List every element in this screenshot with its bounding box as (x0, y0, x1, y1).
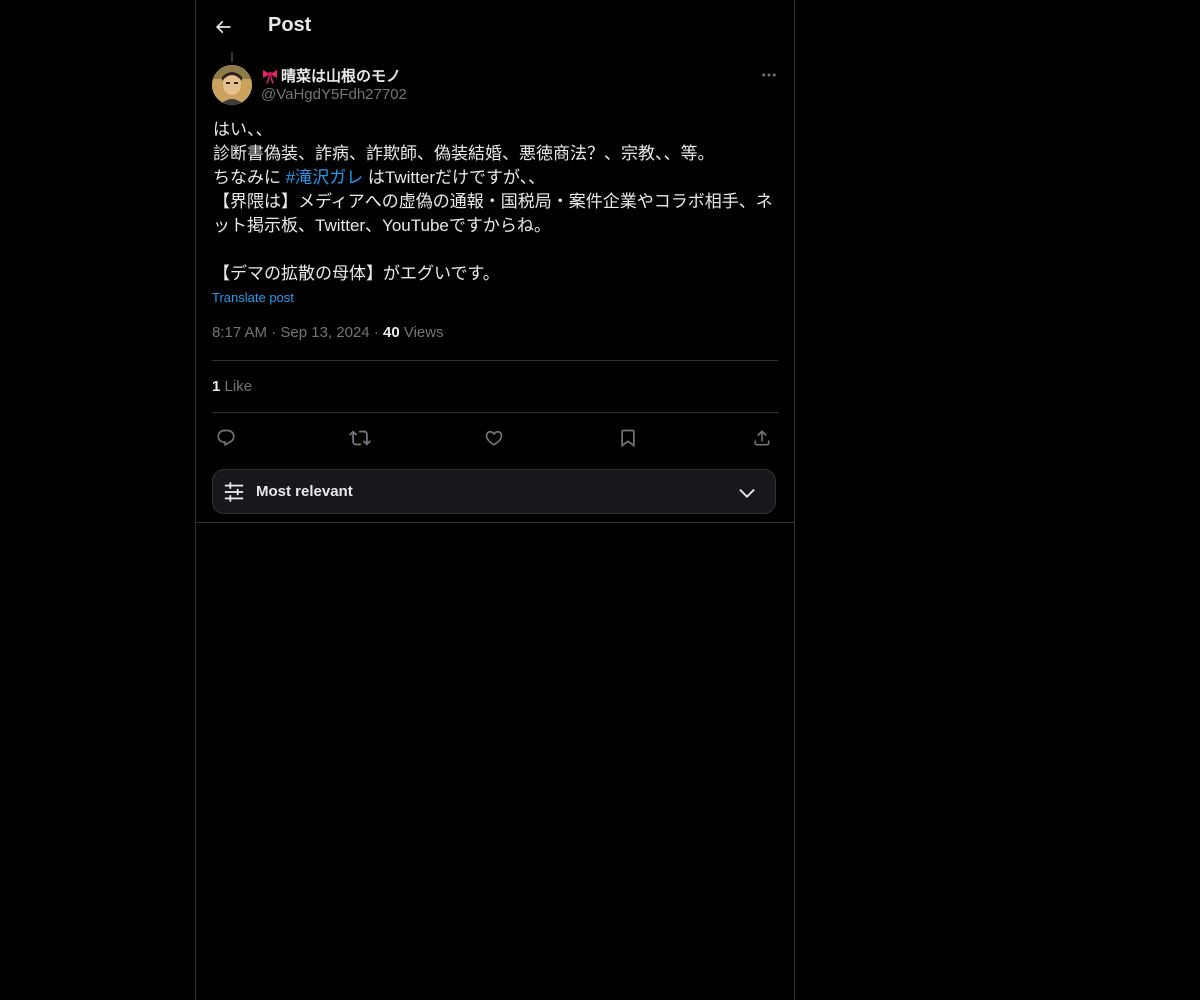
likes-count: 1 (212, 378, 221, 395)
divider (212, 412, 778, 413)
hashtag-link[interactable]: #滝沢ガレ (286, 168, 363, 187)
reply-icon (217, 429, 235, 447)
repost-icon (349, 430, 371, 446)
share-icon (754, 430, 770, 446)
post-line: はい、、 (213, 120, 273, 139)
likes-summary[interactable]: 1 Like (212, 378, 252, 395)
avatar[interactable] (212, 65, 252, 105)
post-time[interactable]: 8:17 AM (212, 324, 267, 341)
divider (212, 360, 778, 361)
thread-line (231, 52, 233, 62)
translate-post-link[interactable]: Translate post (212, 290, 294, 305)
avatar-image (212, 65, 252, 105)
arrow-left-icon (215, 20, 231, 34)
post-line: 【界隈は】メディアへの虚偽の通報・国税局・案件企業やコラボ相手、ネット掲示板、T… (213, 192, 773, 235)
post-date[interactable]: Sep 13, 2024 (280, 324, 369, 341)
views-label: Views (403, 324, 444, 341)
author-handle[interactable]: @VaHgdY5Fdh27702 (261, 86, 407, 103)
more-options-button[interactable] (755, 64, 783, 86)
post-line: 診断書偽装、詐病、詐欺師、偽装結婚、悪徳商法？、宗教、、等。 (213, 144, 715, 163)
post-line-prefix: ちなみに (213, 168, 286, 187)
post-detail-column: Post 晴菜は山根のモノ @VaHgdY5Fdh27702 はい、、 診断書偽… (195, 0, 795, 1000)
page-title: Post (268, 14, 312, 36)
sliders-icon (224, 482, 244, 502)
post-meta: 8:17 AM · Sep 13, 2024 · 40 Views (212, 324, 444, 341)
repost-button[interactable] (346, 424, 374, 452)
ribbon-icon (261, 67, 279, 85)
reply-button[interactable] (212, 424, 240, 452)
post-line-suffix: はTwitterだけですが、、 (363, 168, 546, 187)
meta-separator: · (271, 324, 277, 341)
bookmark-icon (621, 429, 635, 448)
chevron-down-icon (739, 488, 755, 498)
meta-separator: · (373, 324, 379, 341)
reply-sort-dropdown[interactable]: Most relevant (212, 469, 776, 514)
likes-label: Like (224, 378, 253, 395)
section-divider (196, 522, 794, 523)
page-header: Post (196, 0, 794, 53)
post-text: はい、、 診断書偽装、詐病、詐欺師、偽装結婚、悪徳商法？、宗教、、等。 ちなみに… (213, 118, 779, 286)
back-button[interactable] (206, 10, 240, 44)
post-line: ちなみに #滝沢ガレ はTwitterだけですが、、 (213, 166, 779, 190)
post-line: 【デマの拡散の母体】がエグいです。 (213, 264, 500, 283)
share-button[interactable] (748, 424, 776, 452)
bookmark-button[interactable] (614, 424, 642, 452)
heart-icon (485, 430, 503, 446)
sort-label: Most relevant (256, 483, 353, 500)
author-name-text: 晴菜は山根のモノ (281, 68, 402, 85)
views-count: 40 (382, 324, 400, 341)
author-name[interactable]: 晴菜は山根のモノ (261, 65, 401, 86)
like-button[interactable] (480, 424, 508, 452)
more-icon (762, 73, 776, 77)
action-bar (212, 424, 778, 452)
